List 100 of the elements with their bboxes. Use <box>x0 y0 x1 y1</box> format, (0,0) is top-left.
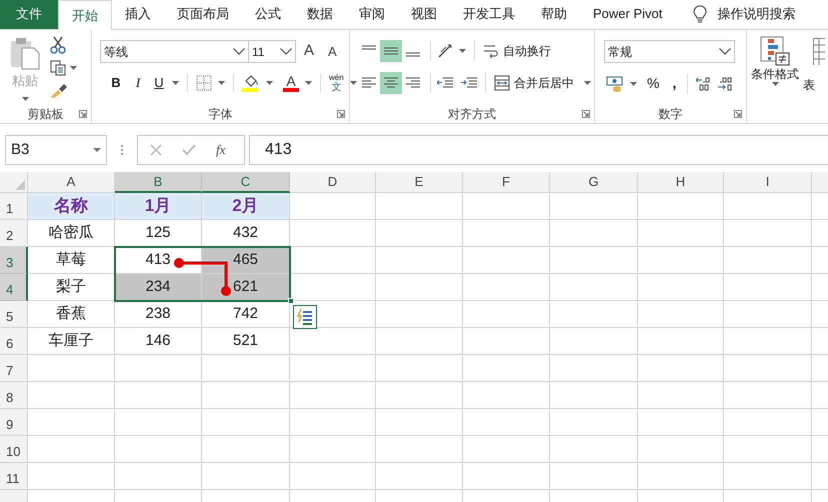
formula-input-field[interactable]: 413 <box>249 135 828 165</box>
checkmark-icon[interactable] <box>182 144 196 156</box>
italic-button[interactable]: I <box>130 73 146 93</box>
column-header[interactable]: C <box>202 172 290 193</box>
caret-icon[interactable] <box>305 81 312 85</box>
ribbon-tab[interactable]: 开发工具 <box>450 0 528 29</box>
table-format-button[interactable]: 表 <box>803 36 825 92</box>
ribbon-tab[interactable]: 帮助 <box>528 0 580 29</box>
group-label: 数字 <box>658 106 682 123</box>
dialog-launcher-icon[interactable] <box>582 110 590 118</box>
conditional-format-icon <box>760 36 790 66</box>
number-format-field[interactable]: 常规 <box>604 40 735 63</box>
ribbon-tab[interactable]: 页面布局 <box>164 0 242 29</box>
align-lines-icon[interactable] <box>406 77 420 89</box>
quick-analysis-icon[interactable] <box>293 305 317 329</box>
column-header[interactable]: F <box>463 172 550 193</box>
caret-icon[interactable] <box>584 81 591 85</box>
table-cell: 125 <box>115 220 202 247</box>
borders-icon[interactable] <box>196 75 212 91</box>
align-button[interactable] <box>380 40 402 62</box>
align-lines-icon[interactable] <box>384 77 398 89</box>
font-size-field[interactable]: 11 <box>249 40 296 63</box>
row-header[interactable]: 3 <box>0 247 28 274</box>
caret-icon[interactable] <box>172 81 179 85</box>
decrease-indent-icon[interactable] <box>437 77 453 89</box>
wrap-text-icon[interactable] <box>483 43 499 59</box>
conditional-format-button[interactable]: 条件格式 <box>749 36 801 86</box>
merge-center-icon[interactable] <box>494 75 510 91</box>
ribbon-tab[interactable]: Power Pivot <box>580 0 676 29</box>
paste-icon[interactable] <box>10 36 40 70</box>
more-dots-icon[interactable] <box>120 144 124 156</box>
column-header[interactable]: I <box>724 172 812 193</box>
chevron-down-icon[interactable] <box>280 48 292 55</box>
caret-icon[interactable] <box>218 81 225 85</box>
decrease-decimal-icon[interactable] <box>718 76 734 90</box>
merge-center-button[interactable]: 合并后居中 <box>514 74 574 92</box>
caret-icon[interactable] <box>630 82 637 86</box>
caret-icon[interactable] <box>772 82 778 86</box>
caret-icon[interactable] <box>70 66 77 70</box>
phonetic-guide-button[interactable]: wén 文 <box>329 73 344 93</box>
caret-icon[interactable] <box>350 81 357 85</box>
dialog-launcher-icon[interactable] <box>79 110 87 118</box>
caret-icon[interactable] <box>93 148 101 152</box>
column-header[interactable]: D <box>290 172 376 193</box>
wrap-text-button[interactable]: 自动换行 <box>503 42 551 60</box>
dialog-launcher-icon[interactable] <box>337 110 345 118</box>
ribbon-tab[interactable]: 文件 <box>0 0 58 29</box>
ribbon-tab[interactable]: 插入 <box>112 0 164 29</box>
align-button[interactable] <box>380 72 402 94</box>
fill-color-icon[interactable] <box>242 74 260 92</box>
align-lines-icon[interactable] <box>362 77 376 89</box>
ribbon-tab[interactable]: 公式 <box>242 0 294 29</box>
insert-function-button[interactable]: fx <box>216 140 226 160</box>
font-name-field[interactable]: 等线 <box>100 40 249 63</box>
lightbulb-icon[interactable] <box>693 5 708 23</box>
font-color-button[interactable]: A <box>286 74 296 88</box>
dialog-launcher-icon[interactable] <box>734 110 742 118</box>
ribbon-tab[interactable]: 审阅 <box>346 0 398 29</box>
column-header[interactable]: H <box>638 172 724 193</box>
percent-button[interactable]: % <box>647 73 660 94</box>
bold-button[interactable]: B <box>108 73 124 93</box>
comma-button[interactable]: , <box>669 73 680 94</box>
row-header[interactable]: 10 <box>0 436 28 463</box>
copy-icon[interactable] <box>50 60 66 76</box>
caret-icon[interactable] <box>459 49 466 53</box>
caret-icon[interactable] <box>266 81 273 85</box>
ribbon-tab[interactable]: 数据 <box>294 0 346 29</box>
row-header[interactable]: 1 <box>0 193 28 220</box>
align-lines-icon[interactable] <box>384 45 398 57</box>
row-header[interactable]: 2 <box>0 220 28 247</box>
row-header[interactable]: 4 <box>0 274 28 301</box>
format-painter-icon[interactable] <box>50 82 68 98</box>
column-header[interactable]: A <box>28 172 115 193</box>
chevron-down-icon[interactable] <box>233 48 245 55</box>
ribbon-tab[interactable]: 开始 <box>58 0 112 30</box>
table-cell: 香蕉 <box>28 301 115 328</box>
underline-button[interactable]: U <box>152 73 166 93</box>
currency-icon[interactable] <box>606 76 624 92</box>
chevron-down-icon[interactable] <box>719 48 731 55</box>
table-cell: 草莓 <box>28 247 115 274</box>
row-header[interactable]: 6 <box>0 328 28 355</box>
increase-font-size-button[interactable]: A <box>304 40 318 63</box>
name-box[interactable]: B3 <box>5 135 107 165</box>
row-header[interactable]: 11 <box>0 463 28 490</box>
table-cell: 1月 <box>115 193 202 220</box>
column-header[interactable]: G <box>550 172 638 193</box>
caret-icon[interactable] <box>22 96 28 100</box>
decrease-font-size-button[interactable]: A <box>328 42 337 62</box>
row-header[interactable]: 5 <box>0 301 28 328</box>
scissors-icon[interactable] <box>50 36 66 54</box>
row-header[interactable]: 7 <box>0 355 28 382</box>
fill-handle[interactable] <box>288 298 294 304</box>
increase-indent-icon[interactable] <box>461 77 477 89</box>
column-header[interactable]: E <box>376 172 463 193</box>
row-header[interactable]: 8 <box>0 382 28 409</box>
ribbon-tab[interactable]: 视图 <box>398 0 450 29</box>
row-header[interactable]: 9 <box>0 409 28 436</box>
column-header[interactable]: B <box>115 172 202 193</box>
increase-decimal-icon[interactable] <box>696 76 712 90</box>
search-label[interactable]: 操作说明搜索 <box>717 4 796 24</box>
